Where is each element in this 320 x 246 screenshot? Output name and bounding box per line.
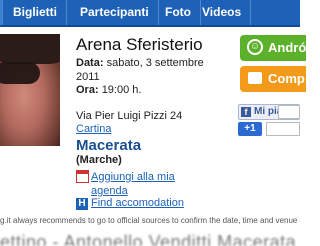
- disclaimer-text: g.it always recommends to go to official…: [0, 216, 300, 225]
- buy-button-label: Comp: [268, 71, 305, 86]
- venue-address: Via Pier Luigi Pizzi 24: [76, 110, 183, 122]
- google-plus-count: [266, 122, 300, 136]
- artist-photo[interactable]: [0, 34, 60, 146]
- find-accommodation-link[interactable]: Find accomodation: [91, 197, 184, 209]
- photo-glasses: [0, 62, 40, 84]
- smiley-icon: ☺: [247, 39, 263, 55]
- tab-prev[interactable]: [0, 0, 3, 25]
- buy-button[interactable]: Comp: [240, 66, 306, 92]
- tab-videos[interactable]: Videos: [193, 0, 252, 25]
- top-nav: Biglietti Partecipanti Foto Videos: [0, 0, 300, 27]
- ticket-icon: [248, 72, 262, 84]
- hotel-icon: H: [76, 198, 88, 210]
- google-plus-button[interactable]: +1: [238, 122, 262, 136]
- date-label: Data:: [76, 57, 104, 69]
- calendar-icon: [76, 170, 89, 183]
- add-to-agenda-link[interactable]: Aggiungi alla mia agenda: [91, 170, 181, 198]
- time-label: Ora:: [76, 84, 99, 96]
- event-time: Ora: 19:00 h.: [76, 84, 141, 96]
- tab-partecipanti[interactable]: Partecipanti: [71, 0, 159, 25]
- attend-button-label: Andró: [268, 40, 307, 55]
- tab-biglietti[interactable]: Biglietti: [4, 0, 67, 25]
- facebook-like-count: [278, 105, 300, 119]
- venue-title[interactable]: Arena Sferisterio: [76, 35, 203, 55]
- event-date: Data: sabato, 3 settembre 2011: [76, 56, 226, 84]
- attend-button[interactable]: ☺ Andró: [240, 35, 306, 61]
- region-name: (Marche): [76, 154, 122, 166]
- city-name[interactable]: Macerata: [76, 137, 141, 154]
- time-value: 19:00 h.: [101, 84, 142, 96]
- photo-hair: [0, 34, 60, 64]
- section-heading: ettino - Antonello Venditti Macerata: [0, 232, 297, 246]
- map-link[interactable]: Cartina: [76, 123, 111, 135]
- facebook-icon: f: [241, 107, 251, 117]
